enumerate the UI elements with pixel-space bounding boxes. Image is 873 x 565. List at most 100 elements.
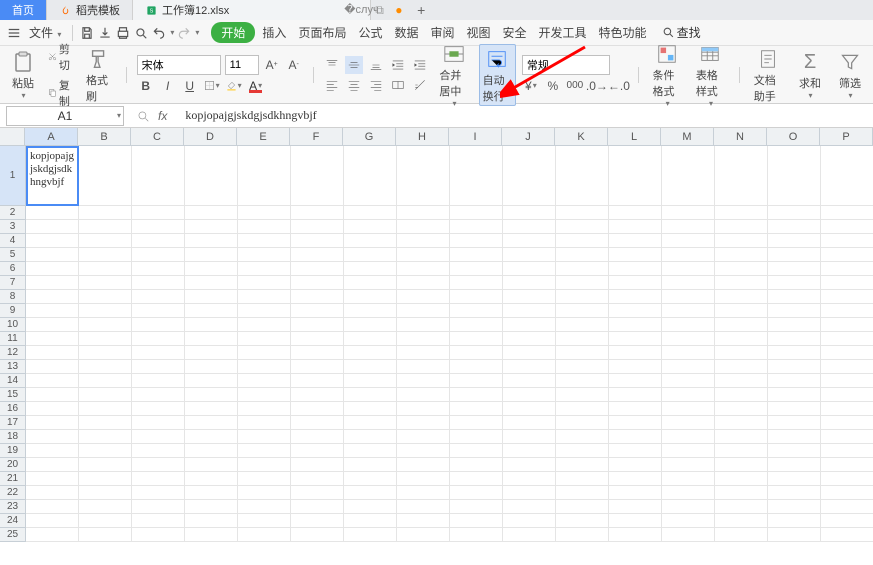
cell[interactable] xyxy=(132,514,185,528)
cell[interactable] xyxy=(503,332,556,346)
menu-data[interactable]: 数据 xyxy=(389,22,423,43)
cell[interactable] xyxy=(26,388,79,402)
column-header[interactable]: J xyxy=(502,128,555,146)
cell[interactable] xyxy=(503,206,556,220)
cell[interactable] xyxy=(79,146,132,206)
cell[interactable] xyxy=(768,318,821,332)
column-header[interactable]: F xyxy=(290,128,343,146)
cell[interactable] xyxy=(185,346,238,360)
cell[interactable] xyxy=(450,346,503,360)
cell[interactable] xyxy=(132,262,185,276)
cell[interactable] xyxy=(715,220,768,234)
cell[interactable] xyxy=(556,374,609,388)
cell[interactable] xyxy=(344,402,397,416)
menu-start[interactable]: 开始 xyxy=(211,22,255,43)
cell[interactable] xyxy=(821,388,873,402)
filter-button[interactable]: 筛选▾ xyxy=(833,47,867,102)
hamburger-icon[interactable] xyxy=(6,25,22,41)
cell[interactable] xyxy=(450,290,503,304)
cell[interactable] xyxy=(185,444,238,458)
cell[interactable] xyxy=(662,332,715,346)
cell[interactable] xyxy=(450,472,503,486)
row-header[interactable]: 13 xyxy=(0,360,26,374)
cell[interactable] xyxy=(344,346,397,360)
cell[interactable] xyxy=(503,318,556,332)
cell[interactable] xyxy=(450,430,503,444)
cell[interactable] xyxy=(397,346,450,360)
cell[interactable] xyxy=(26,304,79,318)
cell[interactable] xyxy=(79,360,132,374)
cell[interactable] xyxy=(662,528,715,542)
cell[interactable] xyxy=(503,500,556,514)
cell[interactable] xyxy=(609,304,662,318)
cell[interactable] xyxy=(662,430,715,444)
cell[interactable] xyxy=(450,388,503,402)
menu-formula[interactable]: 公式 xyxy=(353,22,387,43)
cell[interactable] xyxy=(344,430,397,444)
decimal-inc-icon[interactable]: .0→ xyxy=(588,77,606,95)
cell[interactable] xyxy=(503,248,556,262)
cell[interactable] xyxy=(397,276,450,290)
cell[interactable] xyxy=(556,332,609,346)
cell[interactable] xyxy=(662,304,715,318)
cell[interactable] xyxy=(291,206,344,220)
row-header[interactable]: 17 xyxy=(0,416,26,430)
cell[interactable] xyxy=(238,458,291,472)
cell[interactable] xyxy=(291,248,344,262)
cell[interactable] xyxy=(662,234,715,248)
cell[interactable] xyxy=(715,276,768,290)
cell[interactable] xyxy=(344,220,397,234)
export-icon[interactable] xyxy=(97,25,113,41)
cell[interactable] xyxy=(556,500,609,514)
cell[interactable] xyxy=(715,388,768,402)
cell[interactable] xyxy=(291,220,344,234)
cell[interactable] xyxy=(821,248,873,262)
cell[interactable] xyxy=(397,304,450,318)
cell[interactable] xyxy=(715,248,768,262)
cell[interactable] xyxy=(344,318,397,332)
cell[interactable] xyxy=(503,444,556,458)
cell[interactable] xyxy=(609,318,662,332)
cell[interactable] xyxy=(185,416,238,430)
cell[interactable] xyxy=(821,402,873,416)
cell[interactable] xyxy=(397,458,450,472)
add-tab-button[interactable]: + xyxy=(409,2,433,18)
menu-dev[interactable]: 开发工具 xyxy=(534,22,592,43)
cell[interactable] xyxy=(238,290,291,304)
cell[interactable] xyxy=(291,146,344,206)
cell[interactable] xyxy=(344,528,397,542)
cell[interactable] xyxy=(715,486,768,500)
cell[interactable] xyxy=(185,206,238,220)
cell[interactable] xyxy=(238,248,291,262)
cell[interactable] xyxy=(768,332,821,346)
cell[interactable] xyxy=(556,360,609,374)
cell[interactable] xyxy=(662,514,715,528)
column-header[interactable]: A xyxy=(25,128,78,146)
cell[interactable] xyxy=(768,234,821,248)
cell[interactable] xyxy=(715,290,768,304)
cell[interactable] xyxy=(609,528,662,542)
cell[interactable] xyxy=(609,500,662,514)
cell[interactable] xyxy=(132,374,185,388)
cell[interactable] xyxy=(79,234,132,248)
cell[interactable] xyxy=(768,500,821,514)
cell[interactable] xyxy=(132,360,185,374)
cell[interactable] xyxy=(185,234,238,248)
cell[interactable] xyxy=(132,276,185,290)
cell[interactable] xyxy=(556,206,609,220)
cell[interactable] xyxy=(450,486,503,500)
cell[interactable] xyxy=(26,500,79,514)
cell[interactable] xyxy=(344,146,397,206)
cell[interactable] xyxy=(132,206,185,220)
row-header[interactable]: 18 xyxy=(0,430,26,444)
cell[interactable] xyxy=(291,360,344,374)
cell[interactable] xyxy=(238,444,291,458)
font-name-input[interactable] xyxy=(137,55,221,75)
cell[interactable] xyxy=(768,458,821,472)
cell[interactable] xyxy=(26,290,79,304)
indent-inc-icon[interactable] xyxy=(411,56,429,74)
cell[interactable] xyxy=(132,234,185,248)
cell[interactable] xyxy=(26,472,79,486)
font-color-button[interactable]: A▾ xyxy=(247,77,265,95)
cell[interactable] xyxy=(238,304,291,318)
